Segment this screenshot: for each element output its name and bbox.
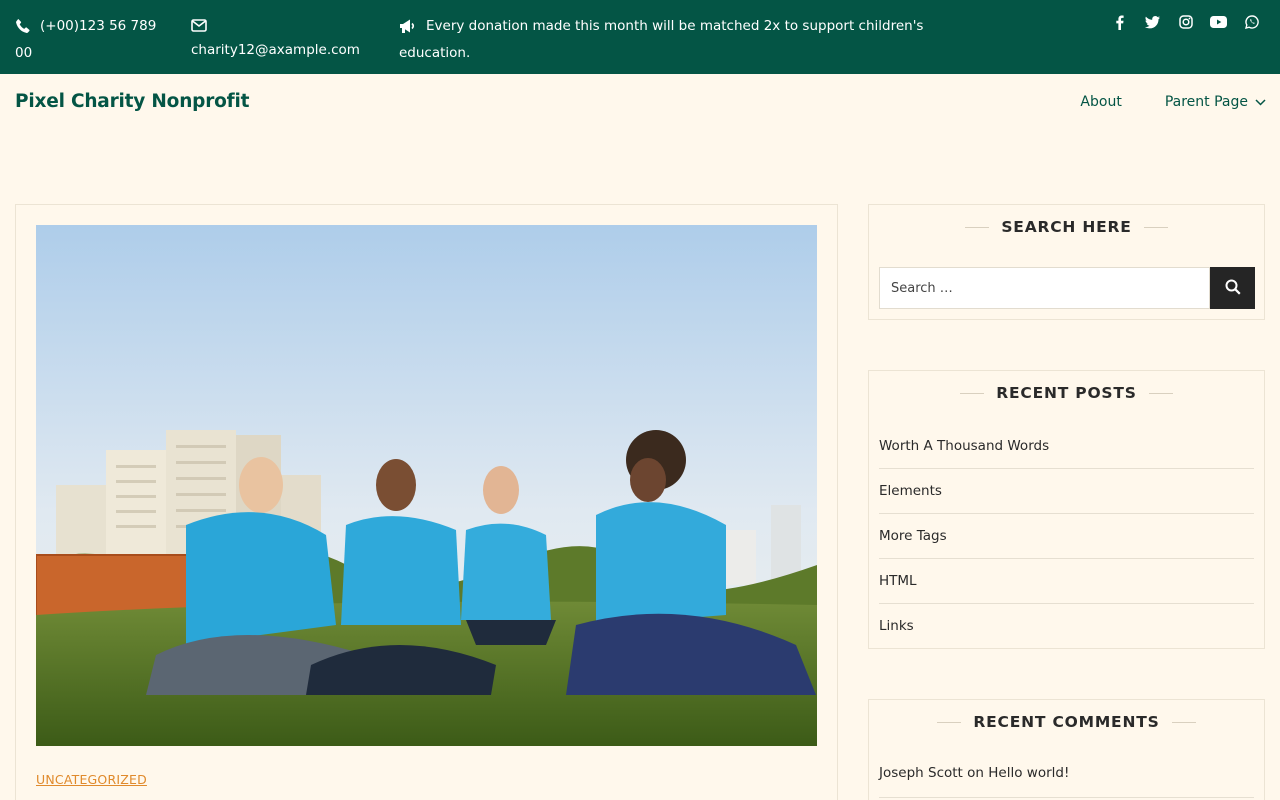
title-divider [960, 392, 985, 394]
phone-icon [15, 18, 31, 34]
email-text: charity12@axample.com [191, 42, 360, 58]
widget-title-text: RECENT COMMENTS [973, 713, 1160, 731]
facebook-icon[interactable] [1103, 13, 1136, 31]
post-category-link[interactable]: UNCATEGORIZED [36, 772, 147, 787]
search-form [879, 267, 1255, 309]
social-links [1103, 13, 1268, 31]
youtube-icon[interactable] [1202, 13, 1235, 31]
recent-post-link[interactable]: Links [879, 604, 1254, 649]
top-bar: (+00)123 56 789 00 charity12@axample.com… [0, 0, 1280, 74]
contact-email[interactable]: charity12@axample.com [191, 13, 371, 63]
main-nav: About Parent Page [1080, 94, 1266, 110]
widget-title-text: SEARCH HERE [1001, 218, 1132, 236]
title-divider [1148, 392, 1173, 394]
nav-item-label: About [1080, 94, 1122, 110]
nav-item-about[interactable]: About [1080, 94, 1121, 110]
comment-author[interactable]: Joseph Scott [879, 765, 963, 781]
announcement: Every donation made this month will be m… [399, 13, 929, 67]
chevron-down-icon [1255, 94, 1266, 110]
title-divider [965, 226, 990, 228]
recent-comments-widget: RECENT COMMENTS Joseph Scott on Hello wo… [868, 699, 1265, 800]
search-icon [1225, 279, 1241, 298]
nav-item-parent-page[interactable]: Parent Page [1165, 94, 1266, 110]
title-divider [1143, 226, 1168, 228]
widget-title: RECENT COMMENTS [869, 711, 1264, 733]
title-divider [1171, 721, 1196, 723]
contact-phone[interactable]: (+00)123 56 789 00 [15, 13, 165, 67]
twitter-icon[interactable] [1136, 13, 1169, 31]
envelope-icon [191, 18, 207, 32]
comment-post-link[interactable]: Hello world! [988, 765, 1069, 781]
recent-post-link[interactable]: More Tags [879, 514, 1254, 559]
phone-text: (+00)123 56 789 00 [15, 18, 157, 61]
search-button[interactable] [1210, 267, 1255, 309]
post-featured-image[interactable] [36, 225, 817, 746]
nav-item-label: Parent Page [1164, 94, 1248, 110]
recent-posts-widget: RECENT POSTS Worth A Thousand Words Elem… [868, 370, 1265, 649]
announcement-text: Every donation made this month will be m… [399, 18, 924, 61]
post-card: UNCATEGORIZED [15, 204, 838, 800]
widget-title: SEARCH HERE [869, 216, 1264, 238]
whatsapp-icon[interactable] [1235, 13, 1268, 31]
search-widget: SEARCH HERE [868, 204, 1265, 320]
recent-post-link[interactable]: Worth A Thousand Words [879, 424, 1254, 469]
widget-title-text: RECENT POSTS [996, 384, 1137, 402]
comment-connector: on [967, 765, 984, 781]
recent-comment-item: Joseph Scott on Hello world! [879, 762, 1254, 798]
instagram-icon[interactable] [1169, 13, 1202, 31]
widget-title: RECENT POSTS [869, 382, 1264, 404]
recent-post-link[interactable]: Elements [879, 469, 1254, 514]
site-title[interactable]: Pixel Charity Nonprofit [15, 91, 249, 112]
recent-posts-list: Worth A Thousand Words Elements More Tag… [879, 424, 1254, 649]
title-divider [937, 721, 962, 723]
recent-post-link[interactable]: HTML [879, 559, 1254, 604]
search-input[interactable] [879, 267, 1210, 309]
megaphone-icon [399, 18, 417, 34]
